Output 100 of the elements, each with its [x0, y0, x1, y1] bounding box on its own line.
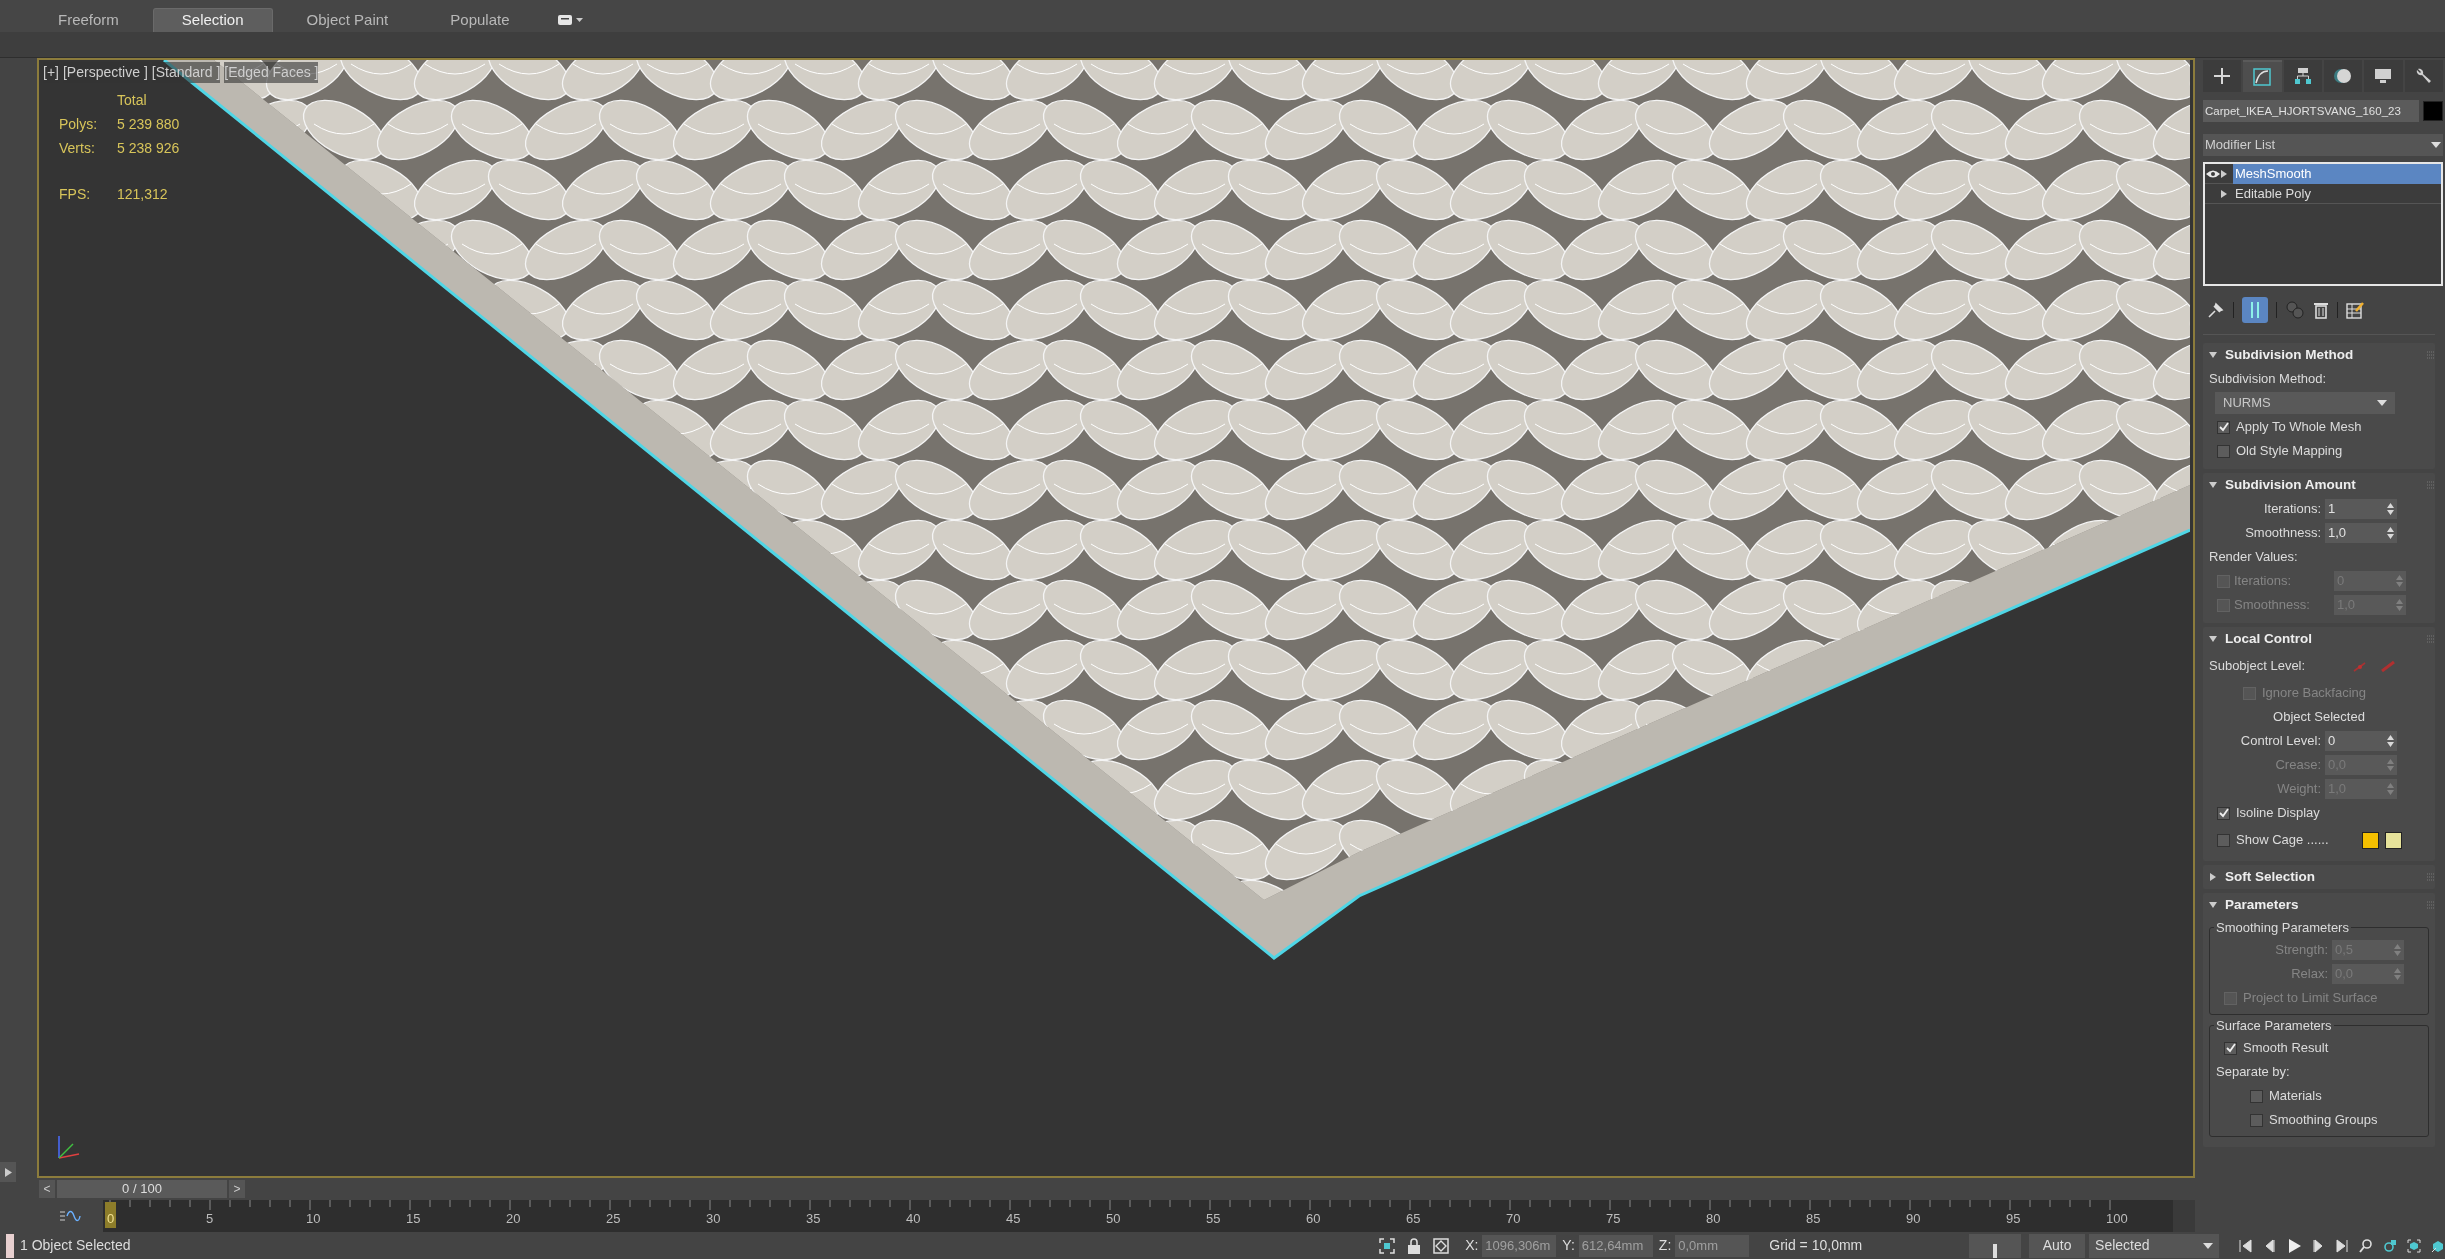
auto-key-button[interactable]: Auto: [2029, 1233, 2086, 1258]
checkbox[interactable]: [2217, 444, 2230, 458]
viewport-menu-label[interactable]: [Standard ]: [151, 62, 221, 83]
color-swatch[interactable]: [2362, 831, 2379, 849]
checkbox[interactable]: [2250, 1113, 2263, 1127]
expand-arrow-icon: [2209, 873, 2217, 881]
time-slider-thumb[interactable]: 0 / 100: [57, 1180, 227, 1198]
dropdown-arrow-icon: [2203, 1242, 2213, 1249]
command-panel-tab[interactable]: [2364, 60, 2403, 92]
stack-item[interactable]: Editable Poly: [2233, 183, 2441, 204]
checkbox[interactable]: [2217, 833, 2230, 847]
spinner-label: Iterations:: [2234, 572, 2293, 591]
stack-item[interactable]: MeshSmooth: [2233, 163, 2441, 184]
rollout-header[interactable]: Parameters: [2203, 893, 2435, 917]
trash-icon[interactable]: [2313, 301, 2329, 319]
go-to-start-icon[interactable]: [2239, 1238, 2253, 1253]
stats-header: Total: [116, 91, 147, 110]
color-swatch[interactable]: [2385, 831, 2402, 849]
viewport-menu-label[interactable]: [Edged Faces ]: [224, 62, 319, 83]
rollout-header[interactable]: Soft Selection: [2203, 865, 2435, 889]
label-text: Subdivision Method:: [2209, 370, 2327, 389]
modifier-stack[interactable]: MeshSmooth Editable Poly: [2203, 162, 2443, 286]
spinner-arrows-icon: [2396, 599, 2403, 611]
zoom-extents-all-icon[interactable]: [2431, 1238, 2445, 1253]
configure-sets-icon[interactable]: [2346, 301, 2364, 319]
zoom-extents-icon[interactable]: [2407, 1238, 2421, 1253]
frame-number: 70: [1506, 1212, 1521, 1225]
frame-number: 75: [1606, 1212, 1621, 1225]
expand-button[interactable]: [0, 1162, 16, 1182]
previous-frame-button[interactable]: <: [39, 1180, 55, 1198]
isolate-icon[interactable]: [1379, 1237, 1396, 1254]
frame-number: 95: [2006, 1212, 2021, 1225]
command-panel-tab[interactable]: [2324, 60, 2363, 92]
viewport[interactable]: [+] [Perspective ] [Standard ] [Edged Faces ] Total Polys: 5 239 880 Verts: 5 238 926 FPS: 121,312: [37, 58, 2195, 1178]
command-panel-tab[interactable]: [2404, 60, 2443, 92]
next-frame-icon[interactable]: [2311, 1238, 2325, 1253]
spinner-field[interactable]: 1,0: [2325, 523, 2397, 543]
frame-number: 40: [906, 1212, 921, 1225]
play-icon[interactable]: [2287, 1238, 2301, 1253]
rollout-header[interactable]: Local Control: [2203, 627, 2435, 651]
ribbon-tab[interactable]: Freeform: [30, 8, 147, 32]
coordinate-label: X:: [1465, 1236, 1479, 1255]
grip-icon: [2427, 481, 2435, 489]
stat-value: 121,312: [117, 185, 168, 204]
spinner-label: Smoothness:: [2234, 596, 2311, 615]
transform-mode-icon[interactable]: [1433, 1237, 1450, 1254]
spinner-arrows-icon: [2394, 968, 2401, 980]
previous-frame-icon[interactable]: [2263, 1238, 2277, 1253]
ribbon-tab[interactable]: Object Paint: [278, 8, 417, 32]
checkbox-label: Materials: [2269, 1087, 2322, 1106]
pin-icon[interactable]: [2207, 301, 2225, 319]
spinner-field[interactable]: 1: [2325, 499, 2397, 519]
checkbox-label: Apply To Whole Mesh: [2236, 418, 2362, 437]
plus-icon: [2212, 66, 2233, 86]
command-panel-tab[interactable]: [2203, 60, 2242, 92]
ribbon-tab[interactable]: Selection: [152, 8, 273, 32]
checkbox[interactable]: [2224, 1041, 2237, 1055]
go-to-end-icon[interactable]: [2335, 1238, 2349, 1253]
key-filter-dropdown[interactable]: Selected: [2089, 1233, 2219, 1258]
set-key-button[interactable]: [1969, 1233, 2022, 1258]
curve-editor-icon[interactable]: [59, 1209, 81, 1223]
dropdown[interactable]: NURMS: [2215, 392, 2395, 414]
checkbox[interactable]: [2250, 1089, 2263, 1103]
frame-number: 85: [1806, 1212, 1821, 1225]
coordinate-field[interactable]: 612,64mm: [1578, 1234, 1653, 1257]
checkbox[interactable]: [2217, 806, 2230, 820]
frame-number: 60: [1306, 1212, 1321, 1225]
zoom-all-icon[interactable]: [2383, 1238, 2397, 1253]
script-listener-strip[interactable]: [6, 1233, 14, 1258]
rollout-header[interactable]: Subdivision Amount: [2203, 473, 2435, 497]
coordinate-field[interactable]: 1096,306m: [1482, 1234, 1557, 1257]
spinner-label: Strength:: [2274, 941, 2328, 960]
key-icon: [1992, 1243, 1999, 1258]
spinner-field[interactable]: 0: [2325, 731, 2397, 751]
message-icon: [557, 15, 572, 25]
object-color-swatch[interactable]: [2423, 101, 2443, 121]
grip-icon: [2427, 873, 2435, 881]
command-panel-tab[interactable]: [2283, 60, 2322, 92]
show-end-result-button[interactable]: [2242, 297, 2268, 323]
timeline-ruler[interactable]: 0 5 10 15 20 25 30 35 40 45 50 55 60 65 70 75 80 85 90 95 100: [103, 1200, 2173, 1232]
zoom-icon[interactable]: [2359, 1238, 2373, 1253]
command-panel-tab[interactable]: [2243, 60, 2282, 92]
modifier-list-dropdown[interactable]: Modifier List: [2203, 134, 2443, 156]
frame-number: 65: [1406, 1212, 1421, 1225]
stat-label: Polys:: [59, 115, 99, 134]
object-name-field[interactable]: Carpet_IKEA_HJORTSVANG_160_23: [2203, 100, 2419, 122]
spinner-arrows-icon: [2387, 503, 2394, 515]
next-frame-button[interactable]: >: [229, 1180, 245, 1198]
spinner-arrows-icon: [2387, 783, 2394, 795]
caret-icon: [575, 18, 583, 22]
coordinate-field[interactable]: 0,0mm: [1675, 1234, 1750, 1257]
frame-number: 50: [1106, 1212, 1121, 1225]
frame-number: 5: [206, 1212, 214, 1225]
ribbon-tab[interactable]: Populate: [422, 8, 538, 32]
frame-number: 25: [606, 1212, 621, 1225]
curve-icon: [2252, 67, 2273, 87]
checkbox[interactable]: [2217, 420, 2230, 434]
lock-icon[interactable]: [1407, 1237, 1422, 1254]
spinner-arrows-icon: [2387, 759, 2394, 771]
rollout-header[interactable]: Subdivision Method: [2203, 343, 2435, 367]
